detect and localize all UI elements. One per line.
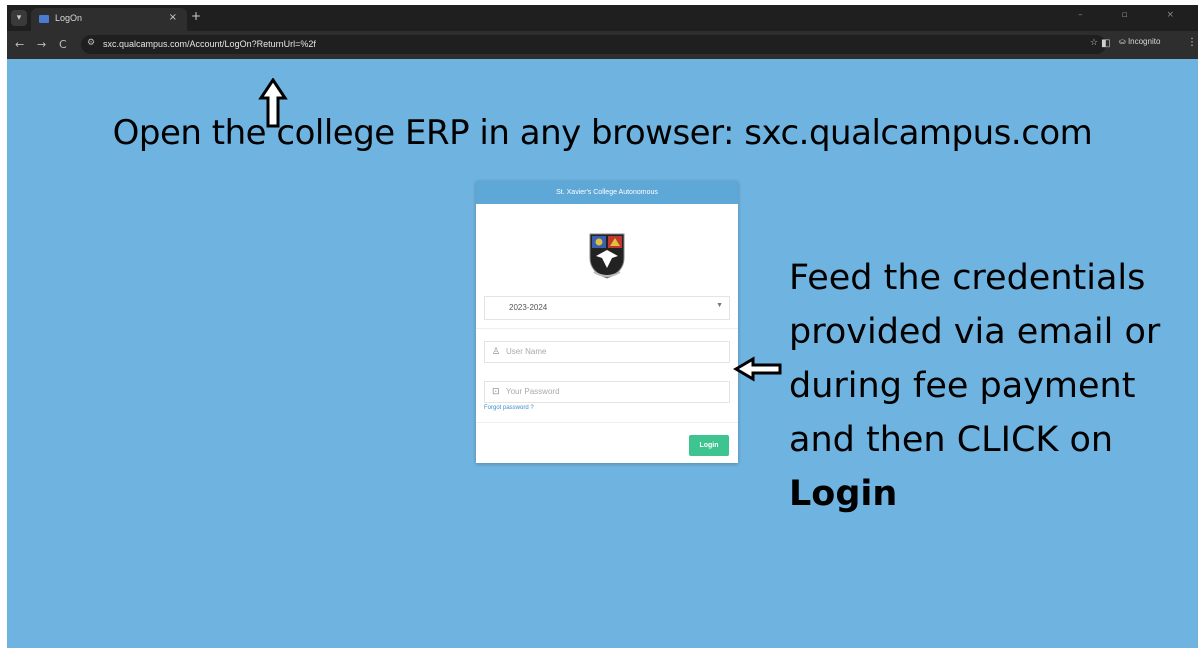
- login-card-header: St. Xavier's College Autonomous: [476, 181, 738, 204]
- divider: [476, 422, 738, 423]
- url-text[interactable]: sxc.qualcampus.com/Account/LogOn?ReturnU…: [103, 39, 316, 49]
- instruction-headline: Open the college ERP in any browser: sxc…: [112, 113, 1093, 153]
- forgot-password-link[interactable]: Forgot password ?: [484, 405, 534, 411]
- site-info-icon[interactable]: ⚙: [87, 38, 95, 48]
- left-arrow-icon: [733, 356, 782, 382]
- password-placeholder: Your Password: [506, 387, 560, 396]
- academic-year-value: 2023-2024: [509, 303, 548, 312]
- side-note-line: during fee payment: [789, 366, 1136, 406]
- side-note-line: Feed the credentials: [789, 258, 1146, 298]
- side-panel-icon[interactable]: ◧: [1101, 38, 1110, 49]
- screenshot-frame: ▾ LogOn × + – ▫ × ← → C ⚙ sxc.qualcampus…: [7, 5, 1198, 648]
- forward-button[interactable]: →: [37, 38, 46, 51]
- password-input[interactable]: ⊡ Your Password: [484, 381, 730, 403]
- college-crest-logo: [589, 233, 625, 279]
- new-tab-button[interactable]: +: [191, 9, 201, 23]
- tab-close-icon[interactable]: ×: [169, 12, 177, 23]
- incognito-label: Incognito: [1127, 37, 1161, 46]
- username-input[interactable]: ♙ User Name: [484, 341, 730, 363]
- chevron-down-icon: ▼: [716, 302, 723, 309]
- tab-search-button[interactable]: ▾: [11, 10, 27, 26]
- username-placeholder: User Name: [506, 347, 547, 356]
- browser-tab[interactable]: LogOn ×: [31, 8, 187, 31]
- academic-year-select[interactable]: 2023-2024 ▼: [484, 296, 730, 320]
- divider: [476, 328, 738, 329]
- tab-title: LogOn: [55, 13, 83, 23]
- tab-favicon-icon: [39, 15, 49, 23]
- login-card: St. Xavier's College Autonomous 2023-202…: [476, 181, 738, 463]
- lock-icon: ⊡: [492, 386, 500, 396]
- login-button[interactable]: Login: [689, 435, 729, 456]
- browser-menu-icon[interactable]: ⋮: [1187, 37, 1197, 48]
- browser-toolbar: ← → C ⚙ sxc.qualcampus.com/Account/LogOn…: [7, 31, 1198, 59]
- instruction-side-note: Feed the credentials provided via email …: [789, 251, 1189, 521]
- incognito-indicator[interactable]: ⛀ Incognito: [1119, 37, 1160, 46]
- side-note-line: provided via email or: [789, 312, 1161, 352]
- window-controls[interactable]: – ▫ ×: [1078, 10, 1192, 20]
- back-button[interactable]: ←: [15, 38, 24, 51]
- side-note-line: and then CLICK on: [789, 420, 1114, 460]
- address-bar[interactable]: ⚙ sxc.qualcampus.com/Account/LogOn?Retur…: [81, 35, 1106, 54]
- reload-button[interactable]: C: [59, 38, 67, 51]
- incognito-icon: ⛀: [1119, 37, 1128, 46]
- user-icon: ♙: [492, 346, 501, 356]
- bookmark-star-icon[interactable]: ☆: [1090, 38, 1098, 48]
- side-note-login: Login: [789, 474, 898, 514]
- browser-tab-bar: ▾ LogOn × + – ▫ ×: [7, 5, 1198, 31]
